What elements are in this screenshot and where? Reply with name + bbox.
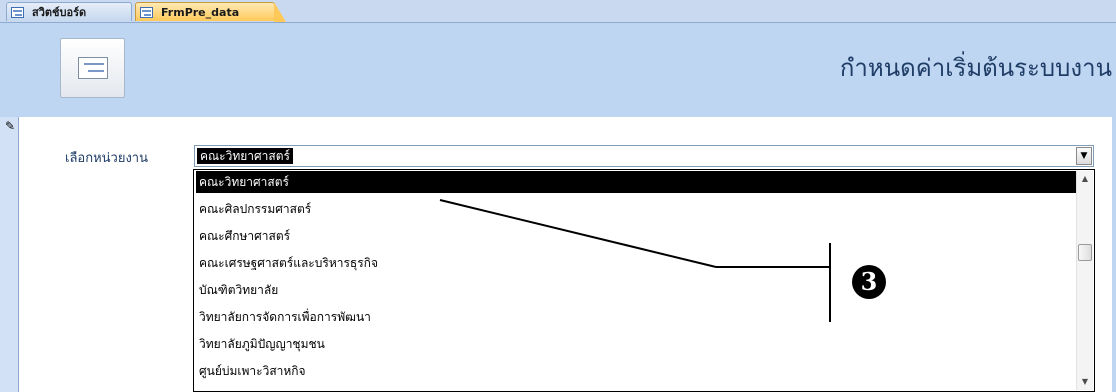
form-header: กำหนดค่าเริ่มต้นระบบงาน — [0, 23, 1116, 117]
vertical-scrollbar[interactable]: ▲ ▼ — [1076, 171, 1093, 390]
tab-frmpre-data[interactable]: FrmPre_data — [135, 2, 286, 22]
document-tab-strip: สวิตช์บอร์ด FrmPre_data — [0, 0, 1116, 23]
department-combobox[interactable]: คณะวิทยาศาสตร์ ▼ — [194, 145, 1094, 167]
tab-label: FrmPre_data — [161, 5, 240, 19]
scroll-down-icon[interactable]: ▼ — [1077, 374, 1093, 390]
form-icon — [140, 6, 153, 18]
form-border — [1112, 117, 1116, 392]
scroll-up-icon[interactable]: ▲ — [1077, 171, 1093, 187]
list-item[interactable]: คณะศิลปกรรมศาสตร์ — [196, 198, 1076, 220]
combo-value[interactable]: คณะวิทยาศาสตร์ — [197, 148, 293, 164]
form-icon-frame — [78, 57, 108, 79]
dropdown-arrow-button[interactable]: ▼ — [1076, 147, 1092, 165]
tab-switchboard[interactable]: สวิตช์บอร์ด — [6, 2, 132, 21]
list-item[interactable]: วิทยาลัยการจัดการเพื่อการพัฒนา — [196, 306, 1076, 328]
form-title: กำหนดค่าเริ่มต้นระบบงาน — [839, 54, 1112, 82]
form-icon — [60, 38, 125, 98]
list-item[interactable]: คณะศึกษาศาสตร์ — [196, 225, 1076, 247]
callout-number-badge: 3 — [852, 265, 886, 299]
list-item[interactable]: วิทยาลัยภูมิปัญญาชุมชน — [196, 333, 1076, 355]
list-item[interactable]: คณะเศรษฐศาสตร์และบริหารธุรกิจ — [196, 252, 1076, 274]
tab-label: สวิตช์บอร์ด — [32, 6, 87, 19]
form-icon — [11, 6, 24, 18]
list-item[interactable]: คณะวิทยาศาสตร์ — [196, 171, 1076, 193]
record-selector[interactable]: ✎ — [0, 117, 19, 392]
department-dropdown-list[interactable]: คณะวิทยาศาสตร์ คณะศิลปกรรมศาสตร์ คณะศึกษ… — [193, 169, 1095, 392]
list-item[interactable]: บัณฑิตวิทยาลัย — [196, 279, 1076, 301]
department-label: เลือกหน่วยงาน — [65, 151, 148, 166]
list-item[interactable]: ศูนย์บ่มเพาะวิสาหกิจ — [196, 360, 1076, 382]
pencil-icon: ✎ — [5, 119, 16, 133]
scroll-thumb[interactable] — [1078, 244, 1092, 261]
